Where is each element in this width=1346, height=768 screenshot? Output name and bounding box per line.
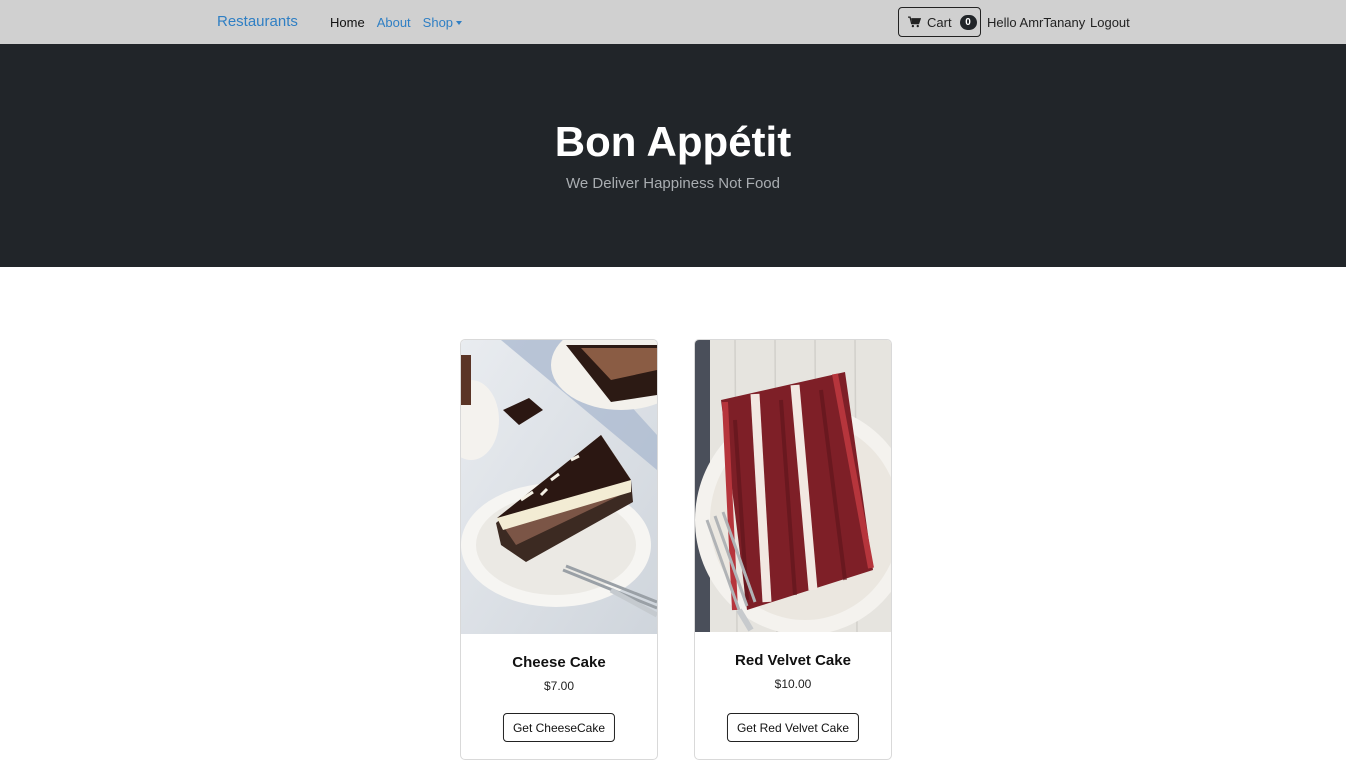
- nav-about-link[interactable]: About: [377, 15, 411, 30]
- cart-button[interactable]: Cart 0: [898, 7, 981, 37]
- logout-link[interactable]: Logout: [1090, 15, 1130, 30]
- user-greeting: Hello AmrTanany: [987, 15, 1086, 30]
- nav-home-link[interactable]: Home: [330, 15, 365, 30]
- get-red-velvet-cake-button[interactable]: Get Red Velvet Cake: [726, 713, 860, 742]
- product-card: Cheese Cake $7.00 Get CheeseCake: [460, 339, 658, 760]
- hero-subtitle: We Deliver Happiness Not Food: [566, 175, 780, 192]
- brand-link[interactable]: Restaurants: [217, 13, 298, 30]
- cart-icon: [908, 16, 921, 28]
- cart-label: Cart: [927, 14, 952, 30]
- product-price: $10.00: [774, 677, 812, 691]
- caret-down-icon: [456, 21, 463, 25]
- cheesecake-image: [461, 340, 657, 634]
- get-cheesecake-button[interactable]: Get CheeseCake: [502, 713, 616, 742]
- product-card: Red Velvet Cake $10.00 Get Red Velvet Ca…: [694, 339, 892, 760]
- red-velvet-cake-image: [695, 340, 891, 632]
- cart-count-badge: 0: [959, 14, 977, 30]
- nav-shop-dropdown[interactable]: Shop: [422, 15, 463, 30]
- product-name: Red Velvet Cake: [735, 652, 851, 669]
- nav-links: Home About Shop: [330, 15, 463, 30]
- hero-title: Bon Appétit: [554, 118, 792, 165]
- top-navbar: Restaurants Home About Shop Cart 0 Hello…: [0, 0, 1346, 44]
- hero-banner: Bon Appétit We Deliver Happiness Not Foo…: [0, 44, 1346, 267]
- nav-shop-label: Shop: [422, 15, 454, 30]
- product-name: Cheese Cake: [512, 654, 606, 671]
- product-price: $7.00: [543, 679, 575, 693]
